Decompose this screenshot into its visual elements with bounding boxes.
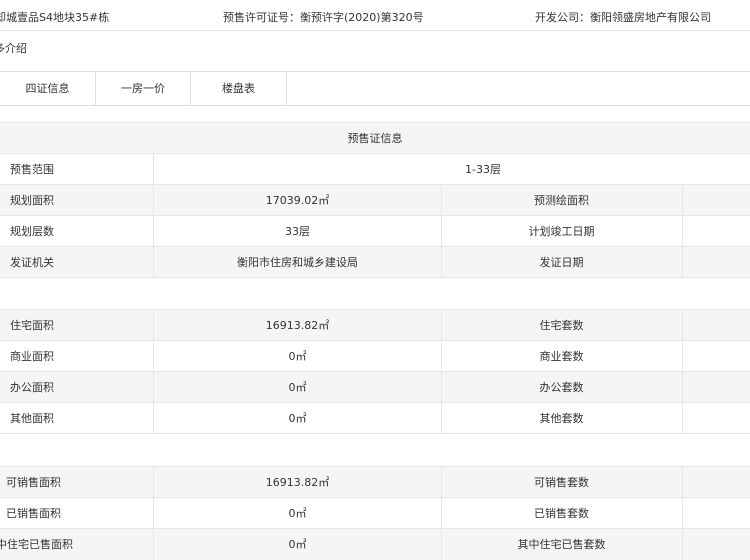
- developer-company: 开发公司：衡阳领盛房地产有限公司: [535, 11, 711, 24]
- row-label: 办公面积: [0, 372, 154, 403]
- row-label-2: 预测绘面积: [441, 185, 683, 216]
- row-value: 16913.82㎡: [154, 310, 442, 341]
- scope-value: 1-33层: [465, 163, 501, 176]
- row-value-2: [682, 467, 750, 498]
- row-label-2: 办公套数: [441, 372, 683, 403]
- row-value-2: 202: [682, 216, 750, 247]
- table-row: 商业面积 0㎡ 商业套数: [0, 340, 750, 372]
- row-label: 其他面积: [0, 403, 154, 434]
- row-label: 商业面积: [0, 341, 154, 372]
- table-row: 办公面积 0㎡ 办公套数: [0, 371, 750, 403]
- row-label: 住宅面积: [0, 310, 154, 341]
- table-row: 发证机关 衡阳市住房和城乡建设局 发证日期 202: [0, 246, 750, 278]
- spacer-row: [0, 277, 750, 309]
- row-label: 已销售面积: [0, 498, 154, 529]
- spacer-row: [0, 433, 750, 465]
- row-value-2: [682, 372, 750, 403]
- row-label-2: 已销售套数: [441, 498, 683, 529]
- table-row: 预售范围 1-33层: [0, 153, 750, 185]
- table-row: 其他面积 0㎡ 其他套数: [0, 402, 750, 434]
- scope-label: 预售范围: [0, 154, 154, 185]
- row-label: 规划层数: [0, 216, 154, 247]
- row-label: 规划面积: [0, 185, 154, 216]
- table-row: 规划面积 17039.02㎡ 预测绘面积 16: [0, 184, 750, 216]
- row-label-2: 计划竣工日期: [441, 216, 683, 247]
- project-header-bar: 却城壹品S4地块35#栋 预售许可证号：衡预许字(2020)第320号 开发公司…: [0, 0, 750, 31]
- tab-price-list[interactable]: 一房一价: [96, 72, 191, 105]
- row-label-2: 其中住宅已售套数: [441, 529, 683, 560]
- row-label-2: 住宅套数: [441, 310, 683, 341]
- table-row: 可销售面积 16913.82㎡ 可销售套数: [0, 466, 750, 498]
- row-value-2: [682, 529, 750, 560]
- row-value: 0㎡: [154, 403, 442, 434]
- row-label: 发证机关: [0, 247, 154, 278]
- presale-info-title: 预售证信息: [347, 132, 403, 145]
- row-label-2: 其他套数: [441, 403, 683, 434]
- presale-permit-number: 预售许可证号：衡预许字(2020)第320号: [223, 11, 424, 24]
- row-value-2: [682, 310, 750, 341]
- tab-certificates[interactable]: 四证信息: [0, 72, 96, 105]
- row-value-2: [682, 403, 750, 434]
- row-label: 可销售面积: [0, 467, 154, 498]
- table-row: 已销售面积 0㎡ 已销售套数: [0, 497, 750, 529]
- row-value: 衡阳市住房和城乡建设局: [154, 247, 442, 278]
- table-row: 规划层数 33层 计划竣工日期 202: [0, 215, 750, 247]
- row-value: 0㎡: [154, 529, 442, 560]
- row-value-2: 16: [682, 185, 750, 216]
- tab-building-table[interactable]: 楼盘表: [191, 72, 287, 105]
- info-tabs: 四证信息 一房一价 楼盘表: [0, 71, 750, 106]
- row-label-2: 可销售套数: [441, 467, 683, 498]
- row-value: 33层: [154, 216, 442, 247]
- table-row: 住宅面积 16913.82㎡ 住宅套数: [0, 309, 750, 341]
- row-value-2: [682, 341, 750, 372]
- row-value-2: 202: [682, 247, 750, 278]
- row-value: 17039.02㎡: [154, 185, 442, 216]
- presale-header-row: 预售证信息: [0, 122, 750, 154]
- project-name: 却城壹品S4地块35#栋: [0, 11, 110, 24]
- section-title: 多介绍: [0, 42, 27, 55]
- table-row: 中住宅已售面积 0㎡ 其中住宅已售套数: [0, 528, 750, 560]
- row-label-2: 商业套数: [441, 341, 683, 372]
- row-value-2: [682, 498, 750, 529]
- row-label: 中住宅已售面积: [0, 529, 154, 560]
- row-label-2: 发证日期: [441, 247, 683, 278]
- row-value: 0㎡: [154, 498, 442, 529]
- row-value: 16913.82㎡: [154, 467, 442, 498]
- row-value: 0㎡: [154, 372, 442, 403]
- row-value: 0㎡: [154, 341, 442, 372]
